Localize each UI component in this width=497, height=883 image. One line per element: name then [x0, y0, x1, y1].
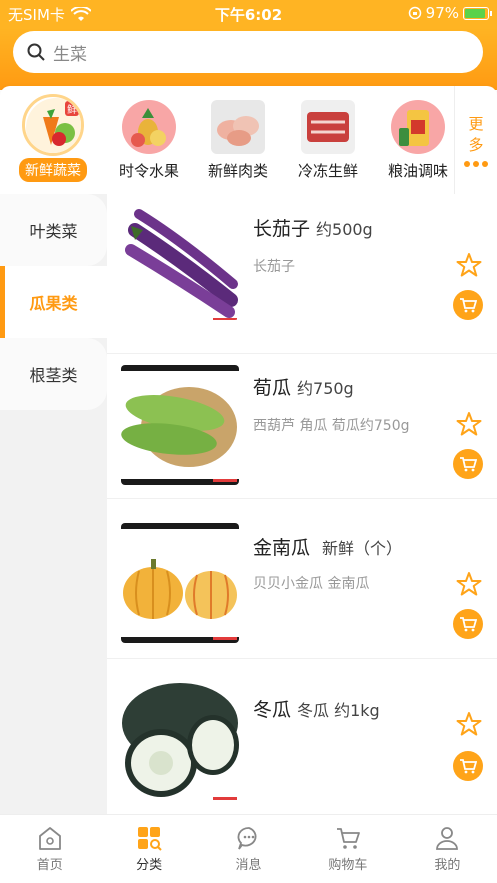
product-image-zucchini: [121, 365, 239, 485]
cart-icon: [460, 457, 477, 472]
search-bar[interactable]: 生菜: [13, 31, 483, 73]
product-image-winter-melon: [121, 683, 239, 803]
category-label: 冷冻生鲜: [297, 162, 358, 180]
category-frozen-fresh[interactable]: 冷冻生鲜: [283, 94, 373, 181]
sidebar-item-melon-fruit[interactable]: 瓜果类: [0, 266, 107, 338]
header: 生菜: [0, 28, 497, 90]
tab-label: 我的: [434, 858, 461, 873]
search-placeholder: 生菜: [53, 44, 87, 65]
grain-oil-icon: [391, 100, 445, 154]
category-icon: [138, 827, 162, 851]
sidebar-item-label: 瓜果类: [29, 294, 78, 313]
vegetables-icon: 鲜: [22, 94, 84, 156]
battery-icon: [463, 6, 492, 20]
battery-percent: 97%: [425, 4, 459, 22]
frozen-meat-icon: [301, 100, 355, 154]
cart-icon: [460, 298, 477, 313]
more-dots-icon: [464, 161, 488, 167]
favorite-star-icon[interactable]: [456, 252, 482, 278]
product-name: 荀瓜 约750g: [253, 377, 354, 399]
favorite-star-icon[interactable]: [456, 411, 482, 437]
product-name: 金南瓜 新鲜（个）: [253, 537, 403, 559]
add-to-cart-button[interactable]: [453, 449, 483, 479]
category-label: 新鲜蔬菜: [19, 158, 87, 182]
product-item[interactable]: 冬瓜 冬瓜 约1kg: [107, 659, 497, 814]
cart-icon: [336, 828, 360, 849]
sidebar-item-label: 叶类菜: [29, 222, 78, 241]
product-item[interactable]: 金南瓜 新鲜（个） 贝贝小金瓜 金南瓜: [107, 499, 497, 659]
category-label: 粮油调味: [387, 162, 448, 180]
meat-icon: [211, 100, 265, 154]
home-icon: [38, 827, 61, 850]
category-fresh-meat[interactable]: 新鲜肉类: [193, 94, 283, 181]
product-description: 贝贝小金瓜 金南瓜: [253, 576, 370, 592]
category-grain-oil[interactable]: 粮油调味: [373, 94, 463, 181]
product-image-pumpkin: [121, 523, 239, 643]
search-icon: [27, 43, 45, 61]
favorite-star-icon[interactable]: [456, 571, 482, 597]
category-label: 新鲜肉类: [207, 162, 268, 180]
tab-label: 购物车: [328, 858, 368, 873]
product-name: 冬瓜 冬瓜 约1kg: [253, 699, 380, 721]
tab-cart[interactable]: 购物车: [298, 815, 397, 883]
tab-label: 分类: [136, 858, 163, 873]
more-categories-button[interactable]: 更 多: [454, 86, 497, 194]
fruit-icon: [122, 100, 176, 154]
bottom-tab-bar: 首页 分类 消息 购物车 我的: [0, 814, 497, 883]
message-icon: [237, 827, 256, 850]
sidebar-item-leafy[interactable]: 叶类菜: [0, 194, 107, 266]
lock-rotation-icon: [408, 6, 421, 20]
product-image-eggplant: [121, 200, 239, 320]
tab-label: 消息: [235, 858, 262, 873]
category-strip: 鲜 新鲜蔬菜 时令水果 新鲜肉类 冷冻生鲜 粮油调味 更 多: [0, 86, 497, 194]
favorite-star-icon[interactable]: [456, 711, 482, 737]
category-seasonal-fruit[interactable]: 时令水果: [104, 94, 194, 181]
tab-home[interactable]: 首页: [0, 815, 99, 883]
cart-icon: [460, 617, 477, 632]
category-fresh-vegetables[interactable]: 鲜 新鲜蔬菜: [8, 94, 98, 182]
add-to-cart-button[interactable]: [453, 751, 483, 781]
sidebar-item-root[interactable]: 根茎类: [0, 338, 107, 410]
fresh-badge: 鲜: [65, 101, 79, 116]
add-to-cart-button[interactable]: [453, 609, 483, 639]
product-description: 长茄子: [253, 259, 295, 275]
more-label-line2: 多: [468, 136, 484, 154]
category-sidebar: 叶类菜 瓜果类 根茎类: [0, 194, 107, 814]
tab-label: 首页: [36, 858, 63, 873]
add-to-cart-button[interactable]: [453, 290, 483, 320]
category-label: 时令水果: [118, 162, 179, 180]
product-item[interactable]: 荀瓜 约750g 西葫芦 角瓜 荀瓜约750g: [107, 339, 497, 499]
status-bar: 无SIM卡 下午6:02 97%: [0, 0, 497, 28]
product-item[interactable]: 长茄子 约500g 长茄子: [107, 194, 497, 354]
tab-messages[interactable]: 消息: [199, 815, 298, 883]
product-list: 长茄子 约500g 长茄子 荀瓜 约750g 西葫芦 角瓜 荀瓜约750g 金南…: [107, 194, 497, 814]
cart-icon: [460, 759, 477, 774]
tab-profile[interactable]: 我的: [398, 815, 497, 883]
more-label-line1: 更: [468, 115, 484, 133]
product-description: 西葫芦 角瓜 荀瓜约750g: [253, 418, 410, 434]
product-name: 长茄子 约500g: [253, 218, 373, 240]
profile-icon: [436, 827, 459, 850]
sidebar-item-label: 根茎类: [29, 366, 78, 385]
tab-category[interactable]: 分类: [99, 815, 198, 883]
